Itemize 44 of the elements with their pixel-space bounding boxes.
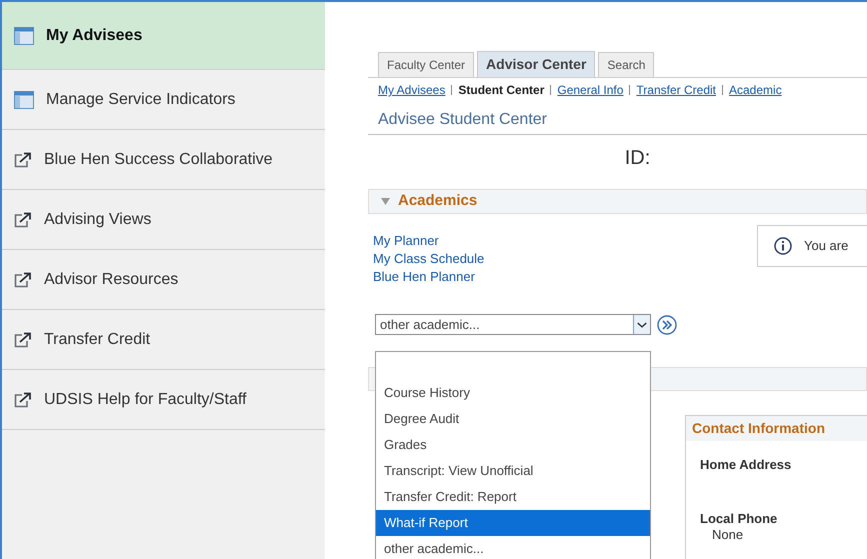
external-link-icon (14, 392, 32, 408)
planner-link[interactable]: Blue Hen Planner (373, 268, 484, 286)
tab[interactable]: Advisor Center (477, 51, 596, 77)
section-header[interactable]: Academics (368, 189, 867, 214)
sidebar-item[interactable]: Blue Hen Success Collaborative (2, 130, 325, 190)
info-icon (774, 237, 792, 255)
external-link-icon (14, 152, 32, 168)
contact-title: Contact Information (686, 416, 867, 441)
triangle-icon (381, 198, 390, 205)
nav-link[interactable]: Student Center (458, 81, 544, 99)
sidebar-item[interactable]: Transfer Credit (2, 310, 325, 370)
dropdown-option[interactable]: Transfer Credit: Report (376, 484, 650, 510)
nav-link[interactable]: My Advisees (378, 81, 446, 99)
chevron-down-icon (633, 315, 650, 334)
nav-link[interactable]: General Info (557, 81, 624, 99)
external-link-icon (14, 212, 32, 228)
dropdown-option[interactable]: Degree Audit (376, 406, 650, 432)
planner-link[interactable]: My Class Schedule (373, 250, 484, 268)
window-icon (14, 90, 34, 108)
field-label: Local Phone (700, 510, 778, 528)
tab[interactable]: Search (598, 52, 654, 77)
dropdown-option[interactable]: What-if Report (376, 510, 650, 536)
select-field[interactable]: other academic... (375, 314, 651, 335)
info-message: You are (757, 225, 867, 267)
sidebar-item[interactable]: Advisor Resources (2, 250, 325, 310)
tab[interactable]: Faculty Center (378, 52, 474, 77)
window-icon (14, 26, 34, 44)
id-label: ID: (624, 146, 652, 171)
nav-link[interactable]: Transfer Credit (636, 81, 716, 99)
nav-link[interactable]: Academic (729, 81, 782, 99)
page-title: Advisee Student Center (368, 108, 867, 135)
field-label: Home Address (700, 456, 792, 474)
sidebar-item[interactable]: Manage Service Indicators (2, 70, 325, 130)
dropdown-option[interactable]: Course History (376, 380, 650, 406)
external-link-icon (14, 332, 32, 348)
dropdown-option[interactable]: Grades (376, 432, 650, 458)
sidebar-item[interactable]: My Advisees (2, 2, 325, 70)
dropdown-option[interactable]: Transcript: View Unofficial (376, 458, 650, 484)
external-link-icon (14, 272, 32, 288)
sidebar-item[interactable]: Advising Views (2, 190, 325, 250)
planner-link[interactable]: My Planner (373, 232, 484, 250)
dropdown-option[interactable]: other academic... (376, 536, 650, 559)
field-value: None (711, 528, 744, 542)
sidebar-item[interactable]: UDSIS Help for Faculty/Staff (2, 370, 325, 430)
